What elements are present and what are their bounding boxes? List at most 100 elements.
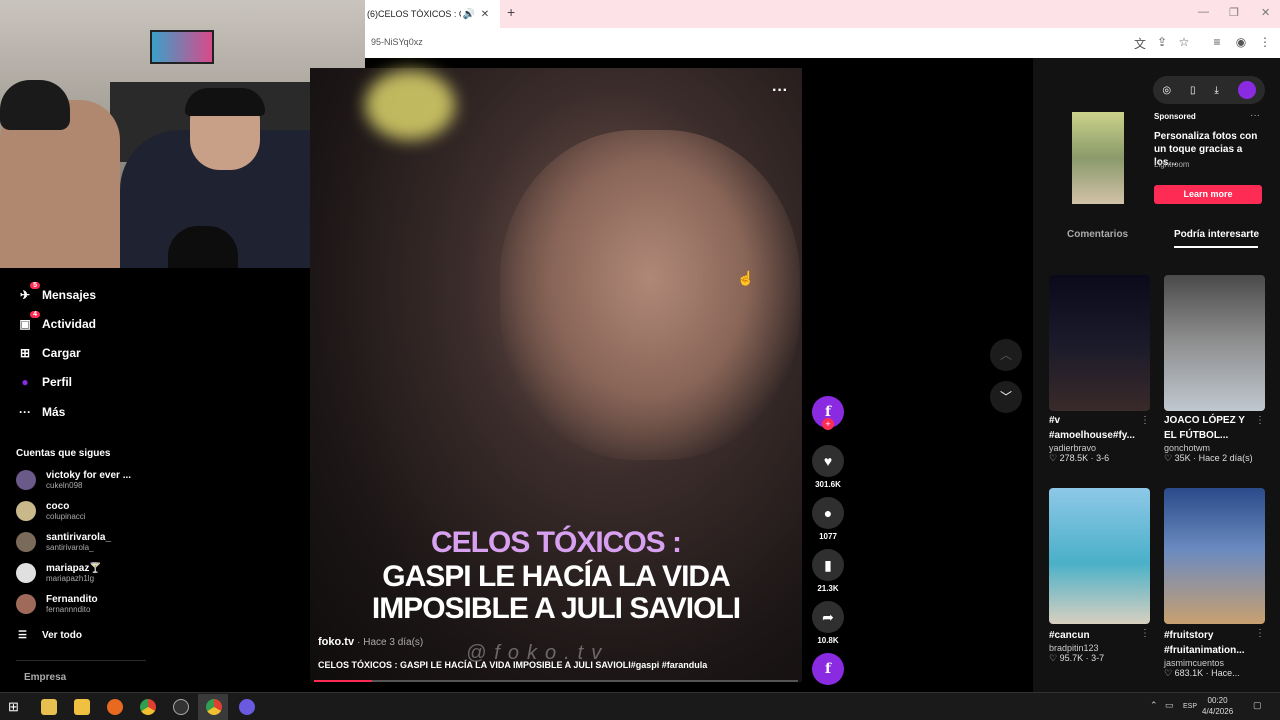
comment-button[interactable]: ● 1077 xyxy=(812,497,844,541)
follow-plus-icon[interactable]: + xyxy=(822,418,834,430)
share-button[interactable]: ➦ 10.8K xyxy=(812,601,844,645)
account-item[interactable]: victoky for ever ... cukeln098 xyxy=(16,470,131,490)
recommendation-card[interactable]: JOACO LÓPEZ Y EL FÚTBOL... gonchotwm ♡ 3… xyxy=(1164,275,1265,464)
sound-avatar[interactable]: f xyxy=(812,653,844,685)
account-item[interactable]: santirivarola_ santirivarola_ xyxy=(16,532,111,552)
sidebar-item-perfil[interactable]: ● Perfil xyxy=(16,375,72,389)
see-all-link[interactable]: ☰ Ver todo xyxy=(18,630,82,641)
divider xyxy=(16,660,146,661)
sidebar-item-cargar[interactable]: ⊞ Cargar xyxy=(16,346,81,360)
following-header: Cuentas que sigues xyxy=(16,448,111,459)
file-explorer-icon[interactable] xyxy=(74,699,90,715)
user-avatar[interactable] xyxy=(1237,81,1256,99)
avatar xyxy=(16,532,36,552)
share-count: 10.8K xyxy=(817,636,839,645)
firefox-icon[interactable] xyxy=(107,699,123,715)
sidebar-item-actividad[interactable]: ▣ 4 Actividad xyxy=(16,311,96,331)
ad-image[interactable] xyxy=(1072,112,1124,204)
profile-avatar-icon: ● xyxy=(21,375,29,389)
chrome-icon[interactable] xyxy=(206,699,222,715)
chrome-icon[interactable] xyxy=(140,699,156,715)
creator-avatar[interactable]: f + xyxy=(812,396,844,430)
account-item[interactable]: coco colupinacci xyxy=(16,501,86,521)
tab-comments[interactable]: Comentarios xyxy=(1067,229,1128,240)
comment-icon: ● xyxy=(812,497,844,529)
microphone xyxy=(168,226,238,268)
recommendation-thumbnail xyxy=(1164,275,1265,411)
tab-interesting[interactable]: Podría interesarte xyxy=(1174,229,1259,240)
phone-icon[interactable]: ▯ xyxy=(1190,85,1196,96)
tool-pill: ◎ ▯ ⤓ xyxy=(1153,76,1265,104)
recommendation-more-icon[interactable]: ⋮ xyxy=(1140,415,1150,426)
video-more-button[interactable]: ··· xyxy=(772,82,788,100)
profile-icon[interactable]: ◉ xyxy=(1233,35,1249,49)
language-indicator[interactable]: ESP xyxy=(1183,703,1197,710)
reading-list-icon[interactable]: ≡ xyxy=(1209,35,1225,49)
recommendation-title: #v #amoelhouse#fy... xyxy=(1049,415,1135,441)
speaker-icon[interactable]: 🔊 xyxy=(461,9,477,20)
company-link[interactable]: Empresa xyxy=(24,672,66,683)
save-button[interactable]: ▮ 21.3K xyxy=(812,549,844,593)
share-icon: ➦ xyxy=(812,601,844,633)
learn-more-button[interactable]: Learn more xyxy=(1154,185,1262,204)
recommendation-card[interactable]: #v #amoelhouse#fy... yadierbravo ♡ 278.5… xyxy=(1049,275,1150,464)
recommendation-more-icon[interactable]: ⋮ xyxy=(1255,415,1265,426)
recommendation-date: · Hace 2 día(s) xyxy=(1193,453,1253,463)
recommendation-title: #cancun xyxy=(1049,630,1090,641)
avatar xyxy=(16,563,36,583)
recommendation-date: · 3-6 xyxy=(1090,453,1110,463)
close-window-button[interactable]: ✕ xyxy=(1261,6,1270,19)
recommendation-likes: ♡ 278.5K xyxy=(1049,453,1089,463)
bookmark-star-icon[interactable]: ☆ xyxy=(1176,35,1192,49)
recommendation-likes: ♡ 35K xyxy=(1164,453,1191,463)
recommendation-card[interactable]: #cancun bradpitin123 ♡ 95.7K · 3-7 xyxy=(1049,488,1150,664)
translate-icon[interactable]: 文 xyxy=(1132,35,1148,52)
tab-close-icon[interactable]: ✕ xyxy=(477,9,493,20)
taskbar xyxy=(0,692,1280,720)
install-icon[interactable]: ⇪ xyxy=(1154,35,1170,49)
ad-more-button[interactable]: ··· xyxy=(1250,110,1260,121)
video-description: CELOS TÓXICOS : GASPI LE HACÍA LA VIDA I… xyxy=(318,660,708,670)
like-button[interactable]: ♥ 301.6K xyxy=(812,445,844,489)
compass-icon[interactable]: ◎ xyxy=(1162,85,1171,96)
video-face xyxy=(500,130,800,460)
recommendation-likes: ♡ 95.7K xyxy=(1049,653,1084,663)
download-icon[interactable]: ⤓ xyxy=(1214,85,1218,96)
chevron-up-icon[interactable]: ︿ xyxy=(990,339,1022,371)
tab-title: (6)CELOS TÓXICOS : GASPI xyxy=(367,9,461,19)
recommendation-title: JOACO LÓPEZ Y EL FÚTBOL... xyxy=(1164,415,1245,441)
recommendation-card[interactable]: #fruitstory #fruitanimation... jasmimcue… xyxy=(1164,488,1265,679)
video-light-bokeh xyxy=(365,70,455,140)
sidebar-item-mas[interactable]: ··· Más xyxy=(16,405,65,419)
recommendation-thumbnail xyxy=(1049,275,1150,411)
caption-line-1: CELOS TÓXICOS : xyxy=(430,526,682,559)
restore-button[interactable]: ❐ xyxy=(1229,6,1239,19)
notification-icon[interactable]: ▢ xyxy=(1253,700,1262,711)
menu-kebab-icon[interactable]: ⋮ xyxy=(1257,35,1273,49)
recommendation-date: · Hace... xyxy=(1205,668,1240,678)
account-item[interactable]: mariapaz🍸 mariapazh1lg xyxy=(16,563,102,583)
sidebar-item-mensajes[interactable]: ✈ 5 Mensajes xyxy=(16,282,96,302)
post-date: · Hace 3 día(s) xyxy=(357,637,424,648)
url-text[interactable]: 95-NiSYq0xz xyxy=(371,37,423,47)
chevron-up-icon[interactable]: ⌃ xyxy=(1150,700,1158,711)
account-item[interactable]: Fernandito fernannndito xyxy=(16,594,98,614)
video-author[interactable]: foko.tv · Hace 3 día(s) xyxy=(318,636,423,648)
minimize-button[interactable]: — xyxy=(1198,6,1209,18)
obs-icon[interactable] xyxy=(173,699,189,715)
recommendation-user: bradpitin123 xyxy=(1049,643,1099,653)
video-progress-fill xyxy=(314,680,373,682)
list-icon: ☰ xyxy=(18,630,27,641)
recommendation-more-icon[interactable]: ⋮ xyxy=(1140,628,1150,639)
new-tab-button[interactable]: + xyxy=(507,4,515,20)
clock[interactable]: 00:20 4/4/2026 xyxy=(1202,695,1233,717)
discord-icon[interactable] xyxy=(239,699,255,715)
recommendation-more-icon[interactable]: ⋮ xyxy=(1255,628,1265,639)
media-player-icon[interactable] xyxy=(41,699,57,715)
chevron-down-icon[interactable]: ﹀ xyxy=(990,381,1022,413)
windows-start-icon[interactable]: ⊞ xyxy=(8,699,24,715)
video-progress-bar[interactable] xyxy=(314,680,798,682)
browser-tab[interactable]: (6)CELOS TÓXICOS : GASPI 🔊 ✕ xyxy=(365,0,500,28)
network-icon[interactable]: ▭ xyxy=(1165,700,1174,711)
caption-line-2: GASPI LE HACÍA LA VIDA xyxy=(382,560,730,593)
